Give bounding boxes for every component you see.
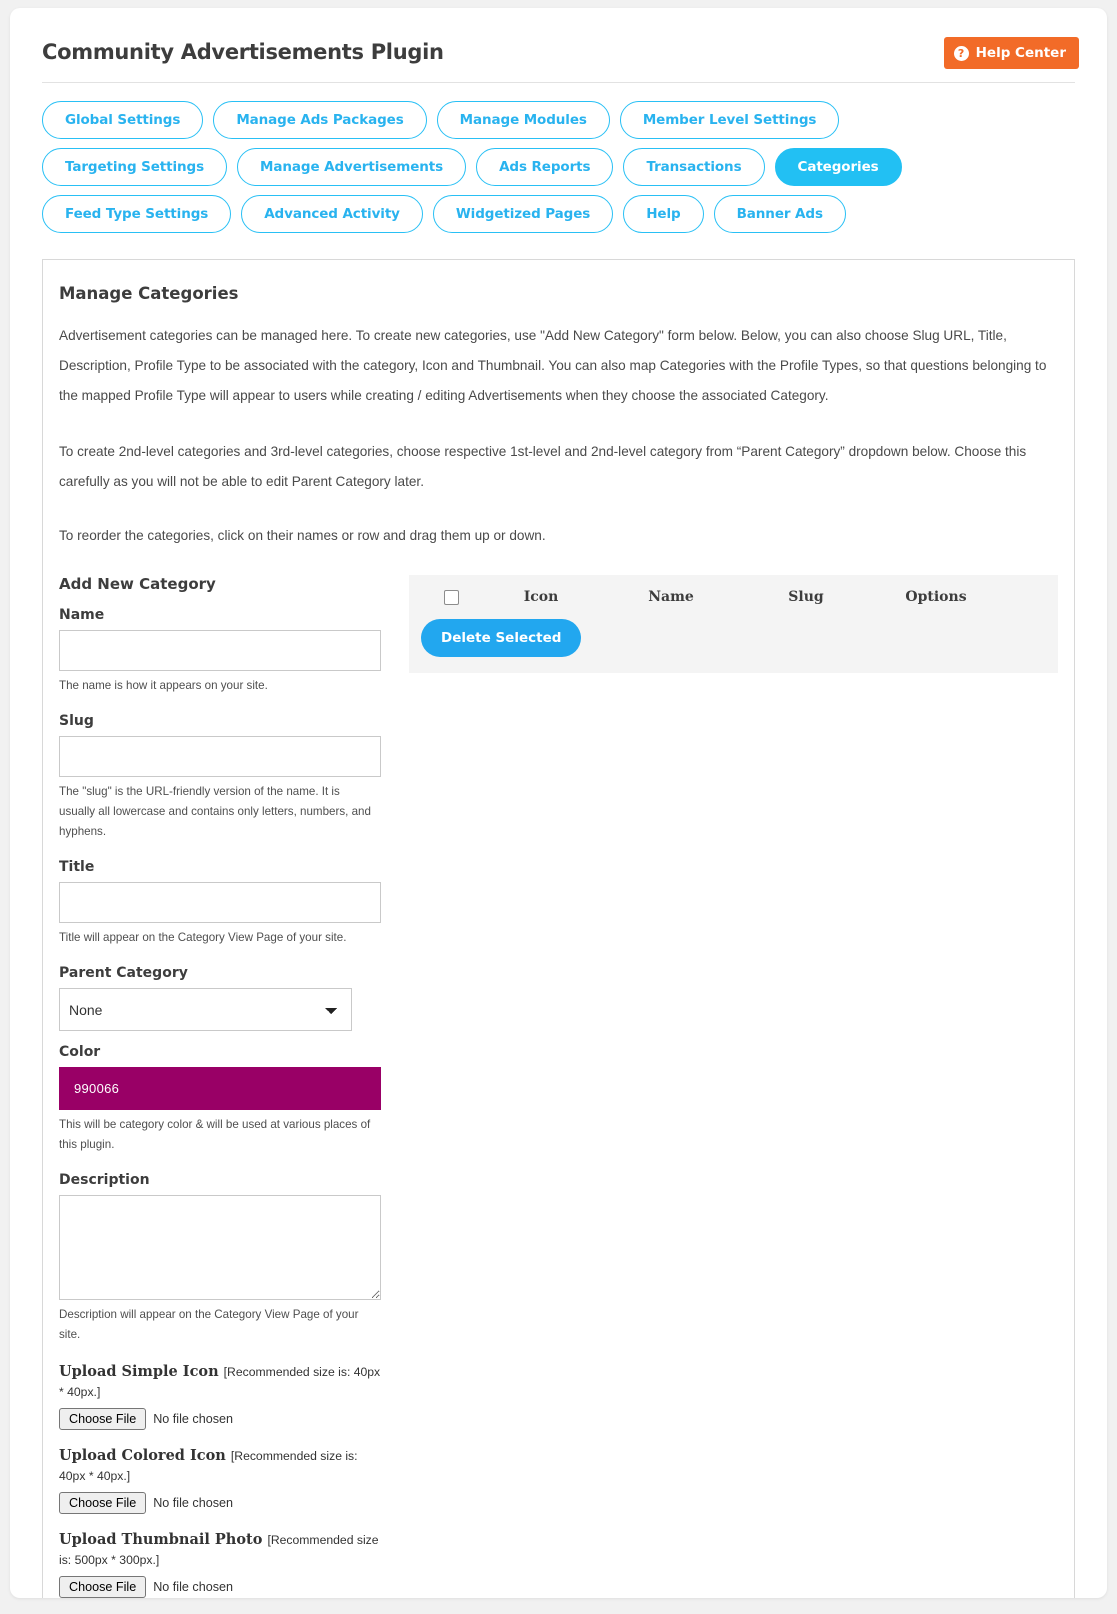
- column-header-options: Options: [905, 589, 967, 605]
- parent-category-select[interactable]: None: [59, 988, 352, 1031]
- upload-field: Upload Colored Icon [Recommended size is…: [59, 1446, 389, 1514]
- tab-manage-modules[interactable]: Manage Modules: [436, 101, 610, 139]
- categories-table-header: Icon Name Slug Options Delete Selected: [409, 575, 1058, 673]
- tab-label: Advanced Activity: [264, 206, 400, 222]
- tab-label: Member Level Settings: [642, 112, 817, 128]
- tab-label: Manage Advertisements: [260, 159, 444, 175]
- parent-category-label: Parent Category: [59, 965, 188, 981]
- description-hint: Description will appear on the Category …: [59, 1308, 359, 1341]
- upload-label-text: Upload Colored Icon: [59, 1447, 231, 1464]
- tab-banner-ads[interactable]: Banner Ads: [713, 195, 846, 233]
- select-all-checkbox[interactable]: [443, 589, 459, 605]
- tab-bar: Global Settings Manage Ads Packages Manage…: [30, 83, 1010, 233]
- select-all-cell: [421, 589, 481, 605]
- tab-label: Banner Ads: [736, 206, 823, 222]
- color-picker-field[interactable]: 990066: [59, 1067, 381, 1110]
- tab-global-settings[interactable]: Global Settings: [42, 101, 204, 139]
- description-label: Description: [59, 1172, 150, 1188]
- file-input-row: Choose File No file chosen: [59, 1408, 389, 1430]
- tab-help[interactable]: Help: [623, 195, 704, 233]
- help-center-button[interactable]: ? Help Center: [943, 37, 1079, 69]
- tab-transactions[interactable]: Transactions: [623, 148, 765, 186]
- panel-paragraph-1: Advertisement categories can be managed …: [59, 328, 1047, 403]
- tab-advanced-activity[interactable]: Advanced Activity: [241, 195, 423, 233]
- name-label: Name: [59, 607, 105, 623]
- panel-heading: Manage Categories: [59, 284, 239, 303]
- question-mark-icon: ?: [953, 45, 969, 61]
- title-hint: Title will appear on the Category View P…: [59, 931, 347, 944]
- upload-field: Upload Simple Icon [Recommended size is:…: [59, 1362, 389, 1430]
- title-label: Title: [59, 859, 95, 875]
- tab-manage-ads-packages[interactable]: Manage Ads Packages: [213, 101, 427, 139]
- file-status-text: No file chosen: [153, 1496, 234, 1510]
- slug-label: Slug: [59, 713, 94, 729]
- file-status-text: No file chosen: [153, 1580, 234, 1594]
- table-header-row: Icon Name Slug Options: [409, 575, 1058, 619]
- choose-file-button[interactable]: Choose File: [59, 1576, 147, 1598]
- tab-label: Targeting Settings: [65, 159, 205, 175]
- page-card: Community Advertisements Plugin ? Help C…: [10, 8, 1107, 1598]
- upload-fields: Upload Simple Icon [Recommended size is:…: [59, 1362, 389, 1598]
- tab-ads-reports[interactable]: Ads Reports: [476, 148, 614, 186]
- tab-categories[interactable]: Categories: [774, 148, 902, 186]
- tab-label: Manage Modules: [459, 112, 587, 128]
- help-center-label: Help Center: [975, 45, 1066, 61]
- file-status-text: No file chosen: [153, 1412, 234, 1426]
- file-input-row: Choose File No file chosen: [59, 1576, 389, 1598]
- column-header-slug: Slug: [788, 589, 824, 605]
- upload-label-text: Upload Thumbnail Photo: [59, 1531, 268, 1548]
- delete-selected-button[interactable]: Delete Selected: [421, 619, 582, 657]
- name-hint: The name is how it appears on your site.: [59, 679, 268, 692]
- upload-label: Upload Colored Icon [Recommended size is…: [59, 1446, 381, 1486]
- column-header-name: Name: [648, 589, 694, 605]
- column-header-icon: Icon: [523, 589, 559, 605]
- tab-label: Ads Reports: [499, 159, 591, 175]
- form-section-title: Add New Category: [59, 575, 216, 593]
- page-header: Community Advertisements Plugin ? Help C…: [30, 30, 1087, 82]
- delete-selected-wrap: Delete Selected: [409, 619, 1058, 673]
- upload-field: Upload Thumbnail Photo [Recommended size…: [59, 1530, 389, 1598]
- upload-label: Upload Simple Icon [Recommended size is:…: [59, 1362, 381, 1402]
- color-value: 990066: [74, 1081, 120, 1096]
- tab-widgetized-pages[interactable]: Widgetized Pages: [432, 195, 614, 233]
- title-input[interactable]: [59, 882, 381, 923]
- file-input-row: Choose File No file chosen: [59, 1492, 389, 1514]
- tab-label: Widgetized Pages: [455, 206, 591, 222]
- name-input[interactable]: [59, 630, 381, 671]
- choose-file-button[interactable]: Choose File: [59, 1408, 147, 1430]
- add-new-category-form: Add New Category Name The name is how it…: [59, 575, 389, 1598]
- choose-file-button[interactable]: Choose File: [59, 1492, 147, 1514]
- tab-label: Categories: [797, 159, 879, 175]
- panel-paragraph-2: To create 2nd-level categories and 3rd-l…: [59, 444, 1027, 489]
- tab-label: Feed Type Settings: [65, 206, 209, 222]
- tab-label: Transactions: [646, 159, 742, 175]
- tab-label: Manage Ads Packages: [236, 112, 404, 128]
- tab-feed-type-settings[interactable]: Feed Type Settings: [42, 195, 232, 233]
- categories-table: Icon Name Slug Options Delete Selected: [409, 575, 1058, 1598]
- tab-manage-advertisements[interactable]: Manage Advertisements: [237, 148, 467, 186]
- panel-paragraph-3: To reorder the categories, click on thei…: [59, 528, 546, 543]
- color-hint: This will be category color & will be us…: [59, 1118, 371, 1151]
- color-label: Color: [59, 1044, 101, 1060]
- tab-label: Global Settings: [65, 112, 181, 128]
- tab-member-level-settings[interactable]: Member Level Settings: [619, 101, 840, 139]
- description-textarea[interactable]: [59, 1195, 381, 1300]
- upload-label-text: Upload Simple Icon: [59, 1363, 224, 1380]
- manage-categories-panel: Manage Categories Advertisement categori…: [42, 259, 1075, 1598]
- tab-label: Help: [646, 206, 681, 222]
- slug-hint: The "slug" is the URL-friendly version o…: [59, 785, 371, 838]
- tab-targeting-settings[interactable]: Targeting Settings: [42, 148, 228, 186]
- page-title: Community Advertisements Plugin: [42, 40, 444, 64]
- slug-input[interactable]: [59, 736, 381, 777]
- upload-label: Upload Thumbnail Photo [Recommended size…: [59, 1530, 381, 1570]
